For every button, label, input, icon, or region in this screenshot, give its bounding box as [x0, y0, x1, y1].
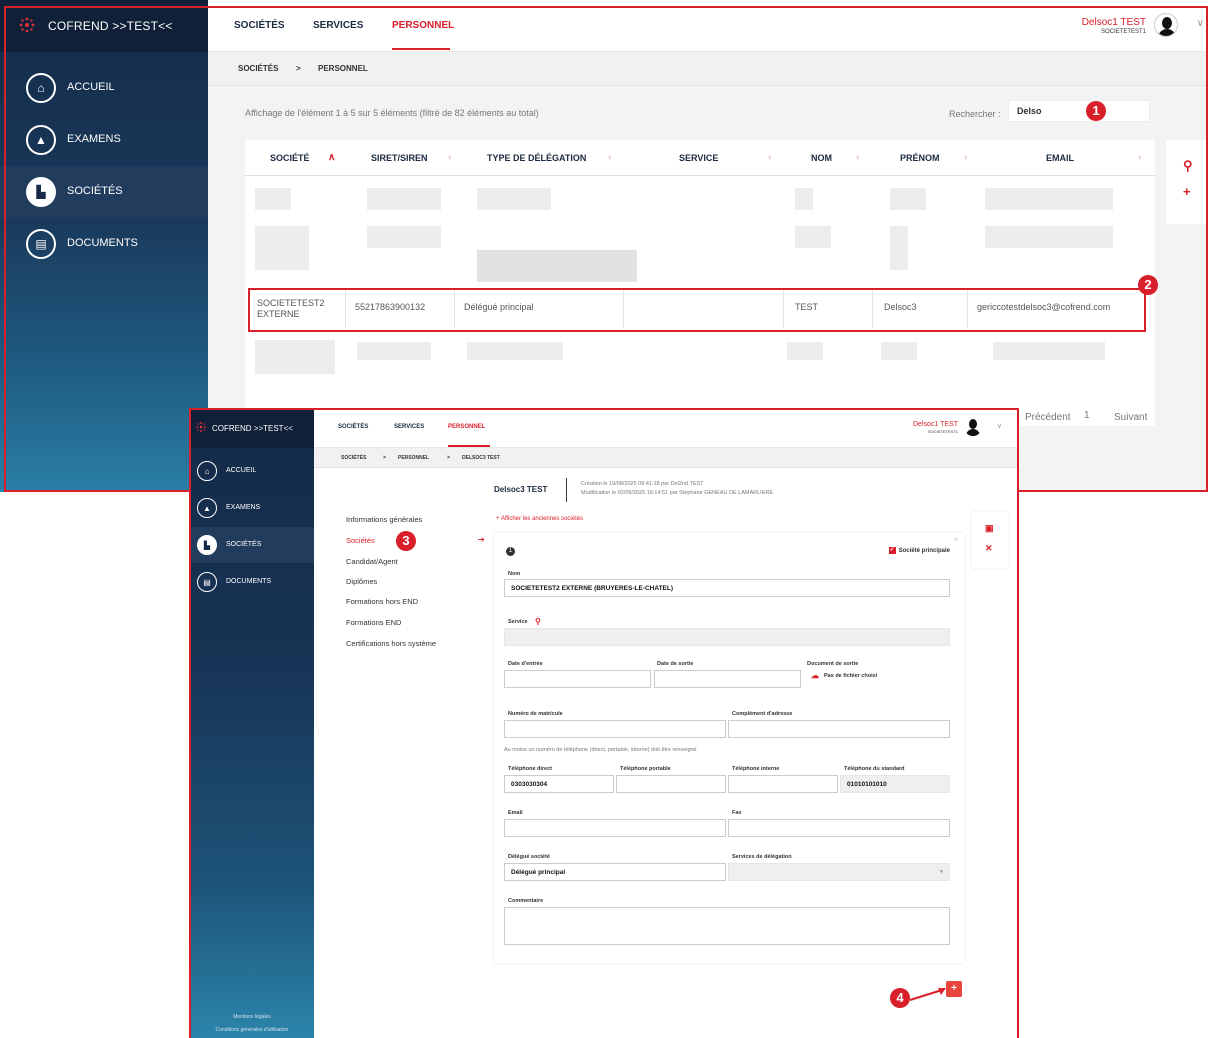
callout-arrow: [909, 988, 946, 1001]
callout-badge: 4: [890, 988, 910, 1008]
annotation-frame-detail: [189, 408, 1019, 1038]
annotation-row-highlight: [248, 288, 1146, 332]
callout-badge: 2: [1138, 275, 1158, 295]
callout-badge: 3: [396, 531, 416, 551]
callout-badge: 1: [1086, 101, 1106, 121]
